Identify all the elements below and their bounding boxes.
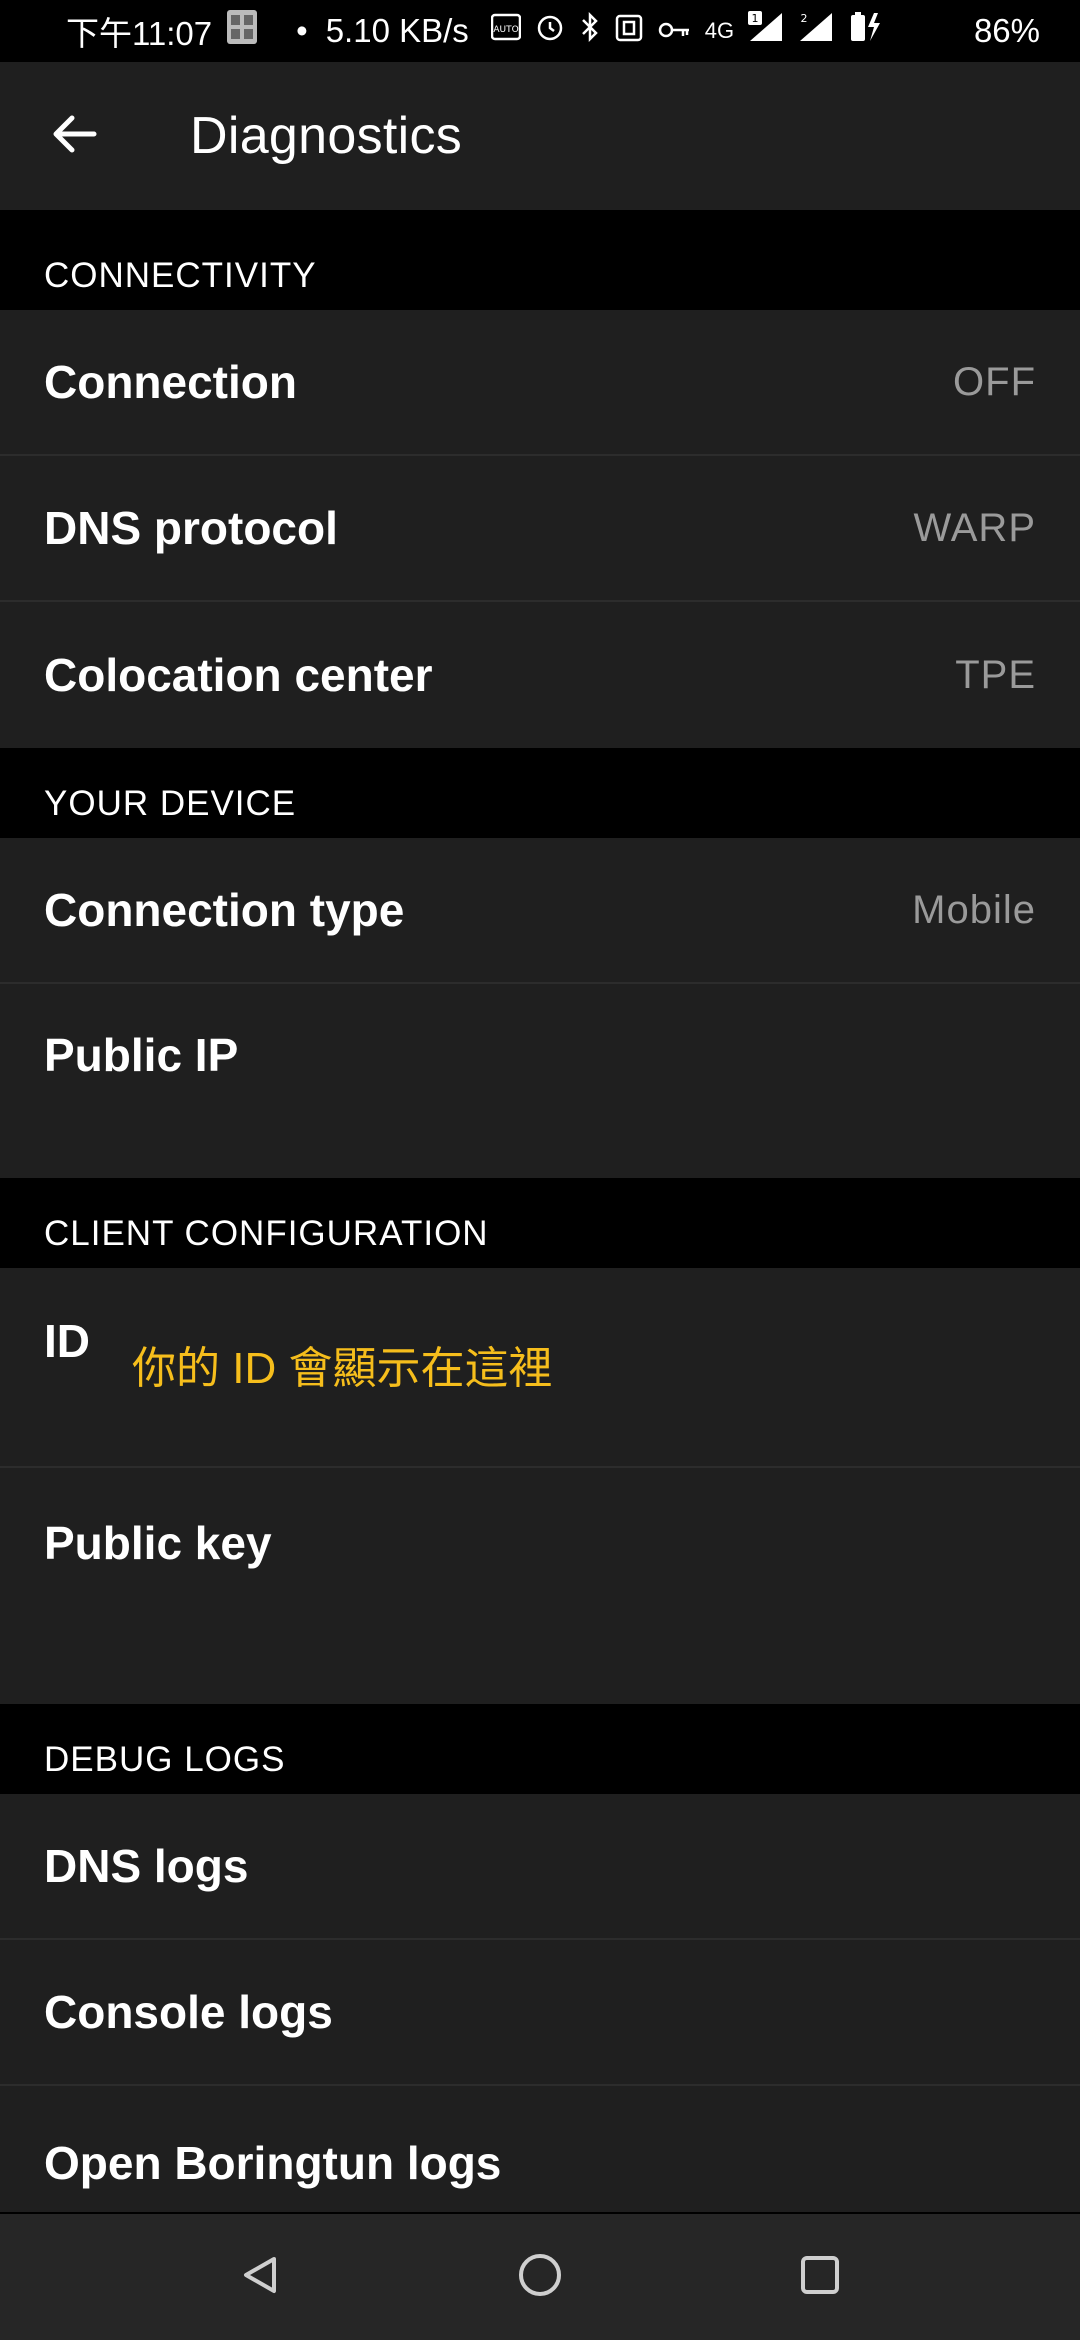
section-header-connectivity: CONNECTIVITY [0, 210, 1080, 310]
row-value: WARP [913, 505, 1036, 550]
row-boringtun-logs[interactable]: Open Boringtun logs [0, 2086, 1080, 2212]
row-label: Connection [44, 356, 297, 408]
back-button[interactable] [0, 62, 148, 210]
row-public-ip[interactable]: Public IP [0, 984, 1080, 1178]
auto-hz-icon: AUTO [490, 12, 522, 50]
row-id[interactable]: ID 你的 ID 會顯示在這裡 [0, 1268, 1080, 1468]
status-dot: • [296, 12, 308, 49]
section-header-client: CLIENT CONFIGURATION [0, 1178, 1080, 1268]
nfc-icon [615, 12, 643, 50]
section-header-debug: DEBUG LOGS [0, 1704, 1080, 1794]
nav-recents-button[interactable] [765, 2222, 875, 2332]
svg-text:2: 2 [801, 12, 808, 25]
back-triangle-icon [238, 2253, 282, 2302]
row-label: Open Boringtun logs [44, 2137, 502, 2189]
battery-charging-icon [848, 11, 882, 51]
recents-square-icon [799, 2254, 841, 2301]
svg-text:AUTO: AUTO [493, 25, 518, 35]
row-public-key[interactable]: Public key [0, 1468, 1080, 1704]
section-title: CONNECTIVITY [44, 256, 317, 295]
row-label: ID [44, 1315, 90, 1367]
row-label: DNS logs [44, 1840, 249, 1892]
battery-percent: 86% [973, 12, 1040, 49]
row-dns-logs[interactable]: DNS logs [0, 1794, 1080, 1940]
row-colocation-center[interactable]: Colocation center TPE [0, 602, 1080, 748]
nav-home-button[interactable] [485, 2222, 595, 2332]
vpn-key-icon [657, 12, 691, 50]
alarm-icon [535, 12, 565, 50]
status-speed: 5.10 KB/s [325, 12, 469, 49]
row-label: Public key [44, 1517, 272, 1569]
network-type: 4G [704, 18, 735, 43]
status-time: 下午11:07 [66, 15, 213, 52]
section-header-device: YOUR DEVICE [0, 748, 1080, 838]
signal-sim2-icon: 2 [798, 11, 834, 51]
row-value: OFF [953, 359, 1036, 404]
section-title: CLIENT CONFIGURATION [44, 1214, 489, 1253]
row-dns-protocol[interactable]: DNS protocol WARP [0, 456, 1080, 602]
page-title: Diagnostics [190, 107, 463, 165]
id-placeholder-note: 你的 ID 會顯示在這裡 [132, 1344, 553, 1393]
status-bar: 下午11:07 • 5.10 KB/s AUTO 4G 1 2 86% [0, 0, 1080, 62]
row-label: Public IP [44, 1029, 239, 1081]
app-bar: Diagnostics [0, 62, 1080, 210]
nav-back-button[interactable] [205, 2222, 315, 2332]
home-circle-icon [517, 2252, 563, 2303]
row-value: Mobile [912, 887, 1036, 932]
row-connection[interactable]: Connection OFF [0, 310, 1080, 456]
diagnostics-list: CONNECTIVITY Connection OFF DNS protocol… [0, 210, 1080, 2212]
arrow-left-icon [50, 110, 98, 163]
row-console-logs[interactable]: Console logs [0, 1940, 1080, 2086]
row-connection-type[interactable]: Connection type Mobile [0, 838, 1080, 984]
bluetooth-icon [579, 11, 601, 50]
row-label: Colocation center [44, 649, 433, 701]
system-nav-bar [0, 2214, 1080, 2340]
row-label: Connection type [44, 884, 405, 936]
signal-sim1-icon: 1 [748, 11, 784, 51]
section-title: DEBUG LOGS [44, 1740, 286, 1779]
row-label: DNS protocol [44, 502, 338, 554]
row-value: TPE [955, 652, 1036, 697]
section-title: YOUR DEVICE [44, 784, 297, 823]
svg-text:1: 1 [752, 12, 759, 25]
row-label: Console logs [44, 1986, 333, 2038]
notification-app-icon [226, 9, 258, 53]
